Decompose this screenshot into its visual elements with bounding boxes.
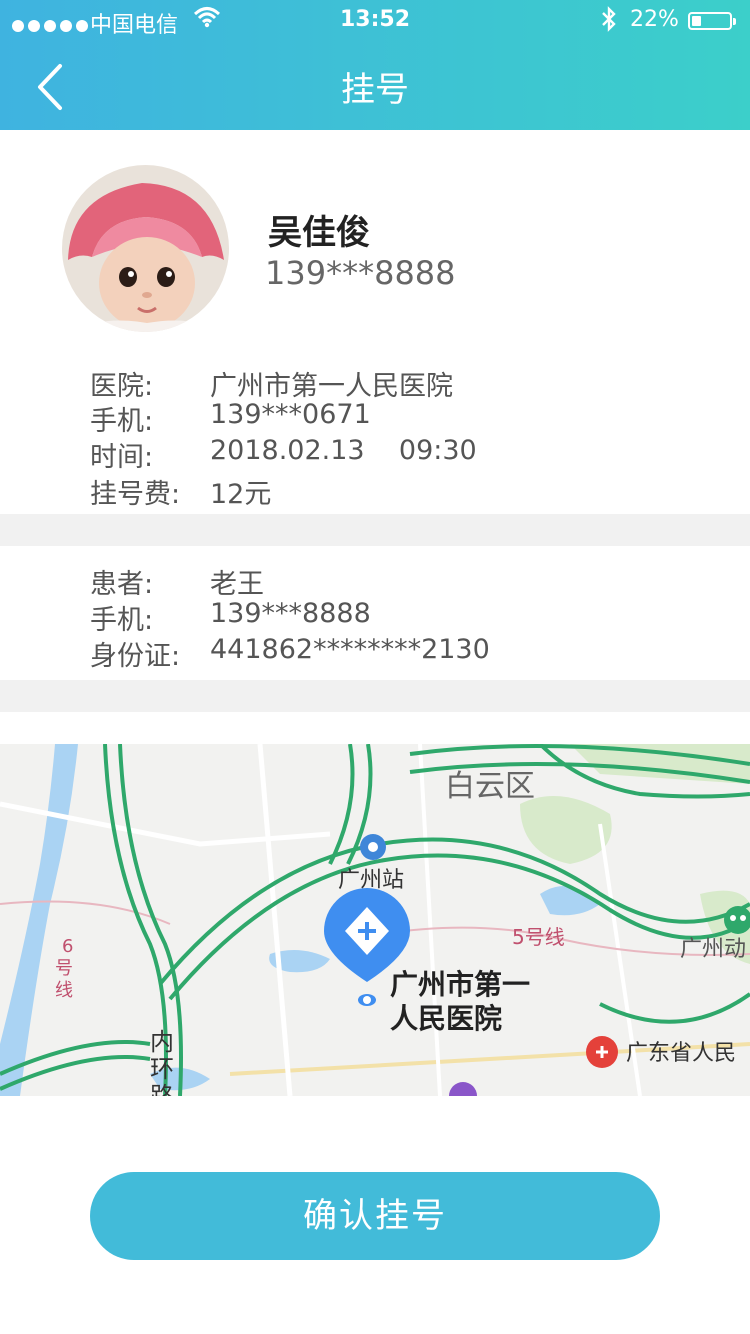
map-line6-c: 线	[55, 980, 73, 1001]
fee-value: 12元	[210, 479, 272, 510]
time-label: 时间:	[90, 442, 154, 473]
time-value: 2018.02.13 09:30	[210, 435, 477, 466]
map-ring-b: 环	[150, 1055, 174, 1083]
map-hospital-label-2: 人民医院	[390, 1002, 502, 1035]
page-title: 挂号	[341, 70, 409, 110]
id-card-label: 身份证:	[90, 641, 181, 672]
avatar	[62, 165, 229, 332]
map-zoo-label: 广州动	[680, 937, 746, 962]
map-line5-label: 5号线	[512, 925, 565, 949]
phone-label: 手机:	[90, 406, 154, 437]
map-district-label: 白云区	[445, 769, 535, 804]
section-divider-2	[0, 680, 750, 712]
map-hospital-label-1: 广州市第一	[390, 968, 530, 1001]
map-view[interactable]: 白云区 广州站 5号线 6 号 线 内 环 路 广州动 广东省人民 广州市第一 …	[0, 744, 750, 1096]
map-ring-a: 内	[150, 1028, 174, 1056]
user-phone: 139***8888	[265, 254, 456, 292]
status-bar: 中国电信 13:52 22%	[0, 0, 750, 40]
hospital-value: 广州市第一人民医院	[210, 371, 453, 402]
hospital-marker-icon	[586, 1036, 618, 1068]
battery-percent: 22%	[630, 7, 679, 32]
map-ring-c: 路	[150, 1082, 174, 1096]
phone-value: 139***0671	[210, 399, 371, 430]
user-name: 吴佳俊	[268, 213, 370, 253]
map-line6-b: 号	[55, 958, 73, 979]
map-provincial-label: 广东省人民	[626, 1041, 736, 1066]
patient-value: 老王	[210, 569, 264, 600]
patient-label: 患者:	[90, 569, 154, 600]
patient-phone-label: 手机:	[90, 605, 154, 636]
hospital-label: 医院:	[90, 371, 154, 402]
section-divider	[0, 514, 750, 546]
battery-icon	[688, 12, 736, 30]
id-card-value: 441862********2130	[210, 634, 490, 665]
confirm-registration-button[interactable]: 确认挂号	[90, 1172, 660, 1260]
bluetooth-icon	[600, 6, 618, 38]
patient-phone-value: 139***8888	[210, 598, 371, 629]
train-station-icon	[360, 834, 386, 860]
fee-label: 挂号费:	[90, 479, 181, 510]
map-line6-a: 6	[62, 936, 73, 957]
header-bar: 中国电信 13:52 22% 挂号	[0, 0, 750, 130]
